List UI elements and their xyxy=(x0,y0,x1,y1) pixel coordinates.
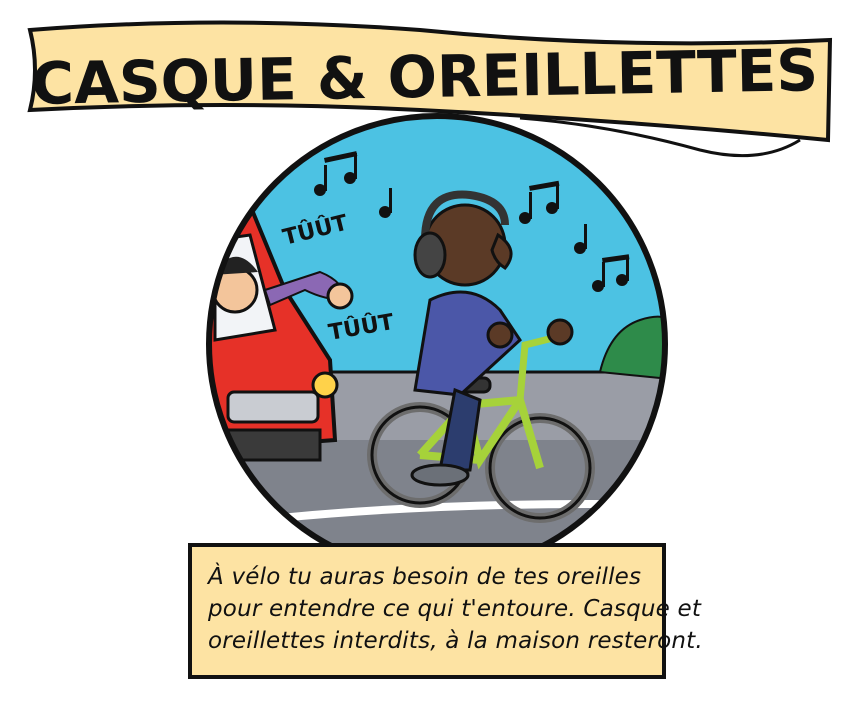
caption-line-1: À vélo tu auras besoin de tes oreilles xyxy=(208,564,642,590)
caption-box: À vélo tu auras besoin de tes oreilles p… xyxy=(188,543,703,679)
scene-circle: TÛÛT TÛÛT xyxy=(206,113,668,575)
banner-title: CASQUE & OREILLETTES xyxy=(31,36,819,118)
caption-line-2: pour entendre ce qui t'entoure. Casque e… xyxy=(208,596,702,622)
caption-line-3: oreillettes interdits, à la maison reste… xyxy=(208,628,703,654)
caption-text: À vélo tu auras besoin de tes oreilles p… xyxy=(208,561,703,657)
